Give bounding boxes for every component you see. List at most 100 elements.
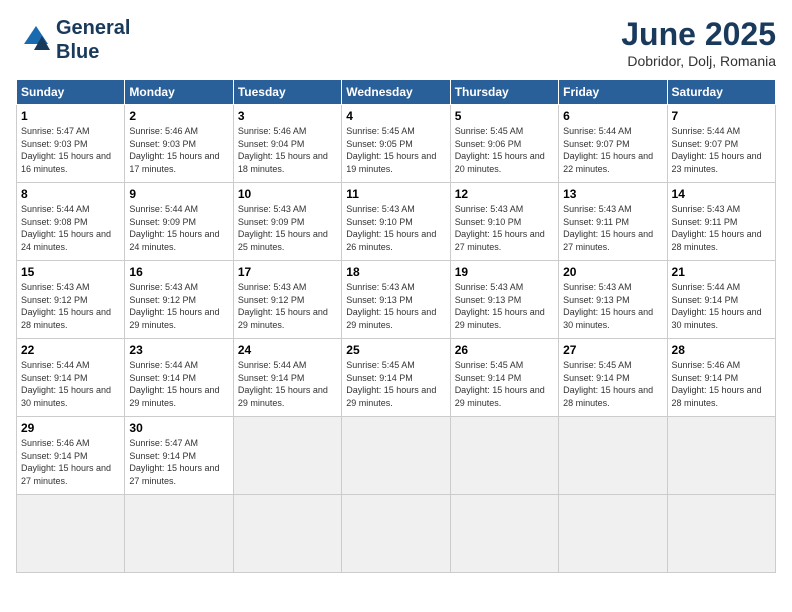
day-info: Sunrise: 5:44 AMSunset: 9:09 PMDaylight:…	[129, 203, 228, 253]
day-info: Sunrise: 5:44 AMSunset: 9:08 PMDaylight:…	[21, 203, 120, 253]
calendar-cell: 18Sunrise: 5:43 AMSunset: 9:13 PMDayligh…	[342, 261, 450, 339]
weekday-header-monday: Monday	[125, 80, 233, 105]
logo-line1: General	[56, 17, 130, 39]
day-info: Sunrise: 5:43 AMSunset: 9:13 PMDaylight:…	[455, 281, 554, 331]
calendar-cell	[450, 495, 558, 573]
calendar-cell	[667, 417, 775, 495]
day-info: Sunrise: 5:43 AMSunset: 9:13 PMDaylight:…	[563, 281, 662, 331]
day-number: 6	[563, 109, 662, 123]
calendar-cell	[667, 495, 775, 573]
calendar-cell	[342, 417, 450, 495]
calendar-week-row	[17, 495, 776, 573]
day-number: 16	[129, 265, 228, 279]
day-info: Sunrise: 5:43 AMSunset: 9:12 PMDaylight:…	[238, 281, 337, 331]
weekday-header-sunday: Sunday	[17, 80, 125, 105]
day-number: 17	[238, 265, 337, 279]
calendar-cell: 6Sunrise: 5:44 AMSunset: 9:07 PMDaylight…	[559, 105, 667, 183]
day-number: 8	[21, 187, 120, 201]
calendar-cell: 5Sunrise: 5:45 AMSunset: 9:06 PMDaylight…	[450, 105, 558, 183]
day-info: Sunrise: 5:45 AMSunset: 9:05 PMDaylight:…	[346, 125, 445, 175]
day-number: 10	[238, 187, 337, 201]
day-info: Sunrise: 5:46 AMSunset: 9:04 PMDaylight:…	[238, 125, 337, 175]
calendar-cell: 10 Sunrise: 5:43 AMSunset: 9:09 PMDayligh…	[233, 183, 341, 261]
calendar-table: SundayMondayTuesdayWednesdayThursdayFrid…	[16, 79, 776, 573]
calendar-cell: 12 Sunrise: 5:43 AMSunset: 9:10 PMDayligh…	[450, 183, 558, 261]
day-info: Sunrise: 5:43 AMSunset: 9:12 PMDaylight:…	[129, 281, 228, 331]
calendar-cell	[125, 495, 233, 573]
day-number: 3	[238, 109, 337, 123]
day-info: Sunrise: 5:44 AMSunset: 9:14 PMDaylight:…	[21, 359, 120, 409]
day-info: Sunrise: 5:46 AMSunset: 9:14 PMDaylight:…	[672, 359, 771, 409]
day-number: 24	[238, 343, 337, 357]
calendar-week-row: 8 Sunrise: 5:44 AMSunset: 9:08 PMDaylight…	[17, 183, 776, 261]
calendar-cell: 14Sunrise: 5:43 AMSunset: 9:11 PMDayligh…	[667, 183, 775, 261]
day-number: 28	[672, 343, 771, 357]
title-block: June 2025 Dobridor, Dolj, Romania	[621, 16, 776, 69]
calendar-cell: 15Sunrise: 5:43 AMSunset: 9:12 PMDayligh…	[17, 261, 125, 339]
month-title: June 2025	[621, 16, 776, 53]
calendar-cell: 8 Sunrise: 5:44 AMSunset: 9:08 PMDaylight…	[17, 183, 125, 261]
day-number: 19	[455, 265, 554, 279]
day-info: Sunrise: 5:45 AMSunset: 9:14 PMDaylight:…	[455, 359, 554, 409]
day-info: Sunrise: 5:46 AMSunset: 9:14 PMDaylight:…	[21, 437, 120, 487]
day-number: 23	[129, 343, 228, 357]
logo: General Blue	[16, 16, 130, 64]
calendar-cell: 26 Sunrise: 5:45 AMSunset: 9:14 PMDayligh…	[450, 339, 558, 417]
day-info: Sunrise: 5:43 AMSunset: 9:09 PMDaylight:…	[238, 203, 337, 253]
day-number: 25	[346, 343, 445, 357]
day-number: 13	[563, 187, 662, 201]
day-number: 1	[21, 109, 120, 123]
page: General Blue June 2025 Dobridor, Dolj, R…	[0, 0, 792, 612]
calendar-cell: 23 Sunrise: 5:44 AMSunset: 9:14 PMDayligh…	[125, 339, 233, 417]
weekday-header-tuesday: Tuesday	[233, 80, 341, 105]
day-info: Sunrise: 5:46 AMSunset: 9:03 PMDaylight:…	[129, 125, 228, 175]
calendar-cell: 4Sunrise: 5:45 AMSunset: 9:05 PMDaylight…	[342, 105, 450, 183]
day-number: 26	[455, 343, 554, 357]
calendar-cell: 21Sunrise: 5:44 AMSunset: 9:14 PMDayligh…	[667, 261, 775, 339]
day-number: 18	[346, 265, 445, 279]
calendar-cell: 11Sunrise: 5:43 AMSunset: 9:10 PMDayligh…	[342, 183, 450, 261]
day-info: Sunrise: 5:45 AMSunset: 9:14 PMDaylight:…	[563, 359, 662, 409]
day-number: 22	[21, 343, 120, 357]
calendar-cell: 1 Sunrise: 5:47 AMSunset: 9:03 PMDaylight…	[17, 105, 125, 183]
calendar-cell: 22 Sunrise: 5:44 AMSunset: 9:14 PMDayligh…	[17, 339, 125, 417]
day-number: 15	[21, 265, 120, 279]
day-info: Sunrise: 5:43 AMSunset: 9:10 PMDaylight:…	[455, 203, 554, 253]
day-info: Sunrise: 5:43 AMSunset: 9:11 PMDaylight:…	[563, 203, 662, 253]
day-number: 30	[129, 421, 228, 435]
calendar-cell: 13 Sunrise: 5:43 AMSunset: 9:11 PMDayligh…	[559, 183, 667, 261]
calendar-cell: 24 Sunrise: 5:44 AMSunset: 9:14 PMDayligh…	[233, 339, 341, 417]
calendar-cell: 25 Sunrise: 5:45 AMSunset: 9:14 PMDayligh…	[342, 339, 450, 417]
calendar-cell: 19 Sunrise: 5:43 AMSunset: 9:13 PMDayligh…	[450, 261, 558, 339]
calendar-cell	[559, 417, 667, 495]
header: General Blue June 2025 Dobridor, Dolj, R…	[16, 16, 776, 69]
calendar-cell: 3 Sunrise: 5:46 AMSunset: 9:04 PMDaylight…	[233, 105, 341, 183]
calendar-cell	[559, 495, 667, 573]
calendar-week-row: 1 Sunrise: 5:47 AMSunset: 9:03 PMDaylight…	[17, 105, 776, 183]
calendar-cell: 7 Sunrise: 5:44 AMSunset: 9:07 PMDaylight…	[667, 105, 775, 183]
day-info: Sunrise: 5:47 AMSunset: 9:03 PMDaylight:…	[21, 125, 120, 175]
location: Dobridor, Dolj, Romania	[621, 53, 776, 69]
calendar-cell: 30Sunrise: 5:47 AMSunset: 9:14 PMDayligh…	[125, 417, 233, 495]
calendar-cell	[233, 417, 341, 495]
day-info: Sunrise: 5:44 AMSunset: 9:14 PMDaylight:…	[672, 281, 771, 331]
day-info: Sunrise: 5:45 AMSunset: 9:14 PMDaylight:…	[346, 359, 445, 409]
calendar-cell: 2Sunrise: 5:46 AMSunset: 9:03 PMDaylight…	[125, 105, 233, 183]
day-number: 14	[672, 187, 771, 201]
day-number: 20	[563, 265, 662, 279]
calendar-cell: 17 Sunrise: 5:43 AMSunset: 9:12 PMDayligh…	[233, 261, 341, 339]
day-number: 11	[346, 187, 445, 201]
logo-text: General Blue	[56, 16, 130, 64]
weekday-header-saturday: Saturday	[667, 80, 775, 105]
calendar-week-row: 29Sunrise: 5:46 AMSunset: 9:14 PMDayligh…	[17, 417, 776, 495]
calendar-cell	[450, 417, 558, 495]
day-number: 5	[455, 109, 554, 123]
weekday-header-friday: Friday	[559, 80, 667, 105]
day-info: Sunrise: 5:44 AMSunset: 9:14 PMDaylight:…	[129, 359, 228, 409]
day-number: 12	[455, 187, 554, 201]
calendar-cell	[233, 495, 341, 573]
day-info: Sunrise: 5:44 AMSunset: 9:14 PMDaylight:…	[238, 359, 337, 409]
calendar-cell: 28 Sunrise: 5:46 AMSunset: 9:14 PMDayligh…	[667, 339, 775, 417]
day-number: 7	[672, 109, 771, 123]
day-info: Sunrise: 5:44 AMSunset: 9:07 PMDaylight:…	[672, 125, 771, 175]
